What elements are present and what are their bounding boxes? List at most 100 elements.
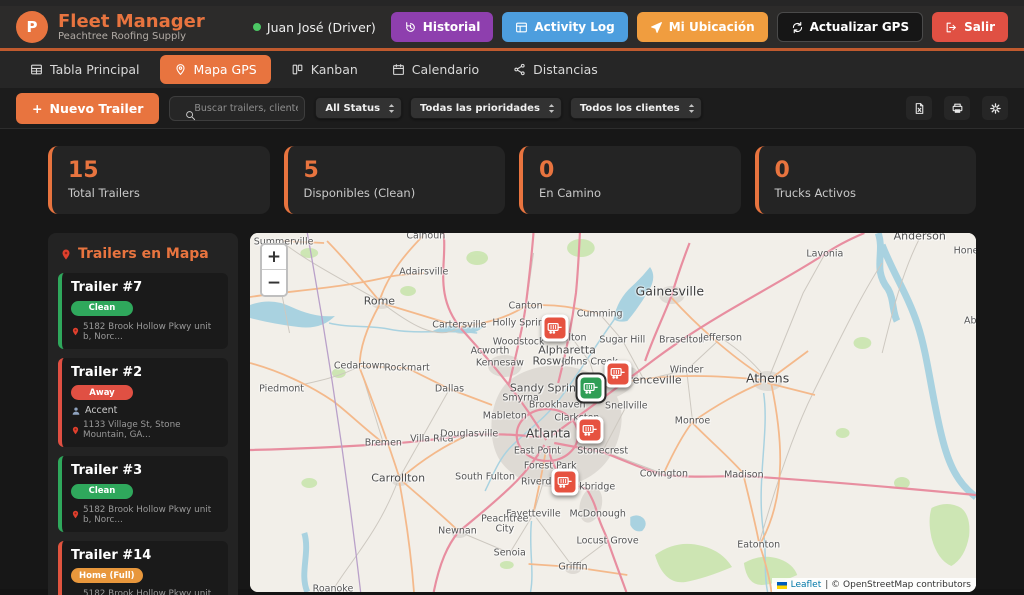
stat-value: 0 — [775, 158, 961, 183]
trailer-marker-2[interactable] — [605, 360, 632, 387]
tab-distancias[interactable]: Distancias — [499, 55, 612, 84]
trailer-address: 5182 Brook Hollow Pkwy unit b, Norc... — [83, 322, 219, 342]
route-icon — [513, 63, 526, 76]
client-row: Accent — [71, 405, 219, 416]
user-name: Juan José (Driver) — [267, 20, 376, 35]
search-icon — [177, 103, 188, 114]
table-icon — [30, 63, 43, 76]
status-filter[interactable]: All Status — [315, 97, 402, 119]
trailer-list-item[interactable]: Trailer #3 Clean 5182 Brook Hollow Pkwy … — [58, 456, 228, 532]
status-filter-value: All Status — [325, 103, 380, 114]
tab-calendario-label: Calendario — [412, 62, 479, 77]
pin-icon — [71, 510, 79, 519]
new-trailer-button[interactable]: + Nuevo Trailer — [16, 93, 159, 124]
client-filter[interactable]: Todos los clientes — [570, 97, 702, 119]
calendar-icon — [392, 63, 405, 76]
activity-log-button[interactable]: Activity Log — [502, 12, 627, 42]
main-nav: Tabla Principal Mapa GPS Kanban Calendar… — [0, 51, 1024, 88]
stat-card-0: 15 Total Trailers — [48, 146, 270, 214]
zoom-in-button[interactable]: + — [262, 245, 286, 270]
toolbar: + Nuevo Trailer All Status Todas las pri… — [0, 88, 1024, 129]
historial-button[interactable]: Historial — [391, 12, 494, 42]
plus-icon: + — [32, 101, 42, 116]
app-header: P Fleet Manager Peachtree Roofing Supply… — [0, 6, 1024, 51]
activity-log-label: Activity Log — [534, 20, 614, 34]
tab-kanban[interactable]: Kanban — [277, 55, 372, 84]
map-pin-icon — [60, 248, 72, 261]
trailer-list-item[interactable]: Trailer #2 Away Accent 1133 Village St, … — [58, 358, 228, 448]
stat-label: En Camino — [539, 186, 725, 200]
stat-label: Disponibles (Clean) — [304, 186, 490, 200]
export-file-button[interactable] — [906, 96, 932, 120]
app-title-block: Fleet Manager Peachtree Roofing Supply — [58, 12, 205, 43]
tab-mapa-gps[interactable]: Mapa GPS — [160, 55, 271, 84]
stat-label: Trucks Activos — [775, 186, 961, 200]
pin-icon — [71, 327, 79, 336]
map-attribution: Leaflet | © OpenStreetMap contributors — [772, 578, 976, 592]
client-name: Accent — [85, 405, 117, 416]
salir-button[interactable]: Salir — [932, 12, 1008, 42]
location-arrow-icon — [650, 21, 663, 34]
print-button[interactable] — [944, 96, 970, 120]
map-pin-icon — [174, 63, 187, 76]
map-zoom-control: + − — [260, 243, 288, 297]
gps-map[interactable]: CalhounSummervilleAdairsvilleRomeCarters… — [250, 233, 976, 592]
trailer-address: 1133 Village St, Stone Mountain, GA... — [83, 420, 219, 440]
priority-filter[interactable]: Todas las prioridades — [410, 97, 562, 119]
main-content: 15 Total Trailers 5 Disponibles (Clean) … — [0, 129, 1024, 589]
sidebar-title: Trailers en Mapa — [60, 246, 228, 262]
trailer-name: Trailer #2 — [71, 365, 219, 380]
history-icon — [404, 21, 417, 34]
tab-calendario[interactable]: Calendario — [378, 55, 493, 84]
tab-tabla-principal-label: Tabla Principal — [50, 62, 140, 77]
stat-card-1: 5 Disponibles (Clean) — [284, 146, 506, 214]
status-badge: Home (Full) — [71, 568, 143, 583]
osm-attribution-text: | © OpenStreetMap contributors — [825, 580, 971, 590]
mi-ubicacion-button[interactable]: Mi Ubicación — [637, 12, 768, 42]
app-logo: P — [16, 11, 48, 43]
trailer-list-item[interactable]: Trailer #7 Clean 5182 Brook Hollow Pkwy … — [58, 273, 228, 349]
kanban-icon — [291, 63, 304, 76]
stat-value: 15 — [68, 158, 254, 183]
trailer-marker-1[interactable] — [542, 315, 569, 342]
search-wrap — [169, 96, 305, 121]
stat-card-3: 0 Trucks Activos — [755, 146, 977, 214]
stat-label: Total Trailers — [68, 186, 254, 200]
mi-ubicacion-label: Mi Ubicación — [669, 20, 755, 34]
leaflet-link[interactable]: Leaflet — [791, 580, 822, 590]
online-status-dot — [253, 23, 261, 31]
client-filter-value: Todos los clientes — [580, 103, 680, 114]
trailer-marker-icon — [580, 378, 601, 399]
priority-filter-value: Todas las prioridades — [420, 103, 540, 114]
stats-row: 15 Total Trailers 5 Disponibles (Clean) … — [48, 146, 976, 214]
app-title: Fleet Manager — [58, 12, 205, 32]
trailer-address: 5182 Brook Hollow Pkwy unit b, Norc... — [83, 589, 219, 595]
historial-label: Historial — [423, 20, 481, 34]
status-badge: Clean — [71, 301, 133, 316]
trailer-marker-icon — [579, 420, 600, 441]
tab-tabla-principal[interactable]: Tabla Principal — [16, 55, 154, 84]
trailer-marker-4[interactable] — [576, 417, 603, 444]
trailer-name: Trailer #14 — [71, 548, 219, 563]
logout-icon — [945, 21, 958, 34]
actualizar-gps-button[interactable]: Actualizar GPS — [777, 12, 923, 42]
actualizar-gps-label: Actualizar GPS — [810, 20, 909, 34]
trailer-marker-icon — [545, 318, 566, 339]
trailer-marker-icon — [608, 363, 629, 384]
stat-value: 5 — [304, 158, 490, 183]
user-chip: Juan José (Driver) — [253, 20, 376, 35]
trailer-marker-5[interactable] — [552, 469, 579, 496]
app-subtitle: Peachtree Roofing Supply — [58, 31, 205, 42]
ukraine-flag-icon — [777, 582, 787, 589]
address-row: 5182 Brook Hollow Pkwy unit b, Norc... — [71, 322, 219, 342]
settings-button[interactable] — [982, 96, 1008, 120]
tab-kanban-label: Kanban — [311, 62, 358, 77]
stat-value: 0 — [539, 158, 725, 183]
trailer-list-item[interactable]: Trailer #14 Home (Full) 5182 Brook Hollo… — [58, 541, 228, 595]
person-icon — [71, 406, 80, 416]
refresh-icon — [791, 21, 804, 34]
zoom-out-button[interactable]: − — [262, 270, 286, 295]
trailer-marker-3[interactable] — [577, 375, 604, 402]
status-badge: Clean — [71, 484, 133, 499]
map-tiles — [250, 233, 976, 592]
